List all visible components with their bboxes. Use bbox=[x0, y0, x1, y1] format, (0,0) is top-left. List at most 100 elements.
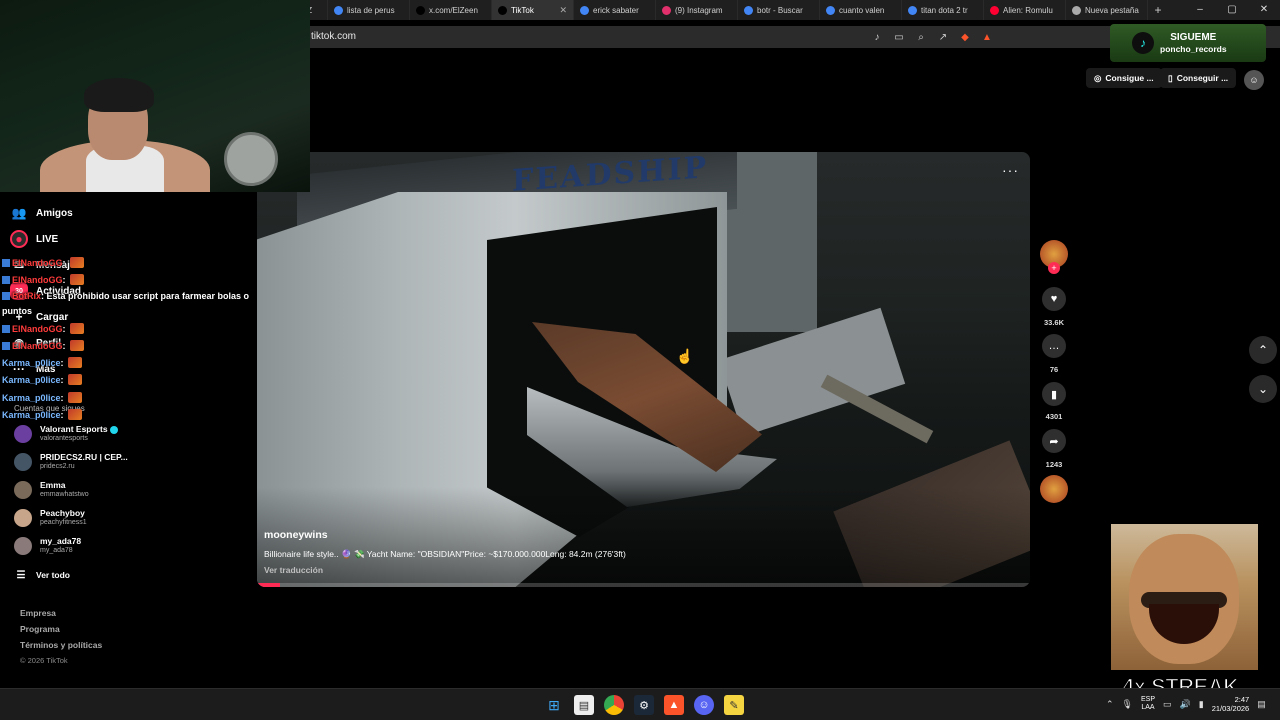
account-name-text: Emma bbox=[40, 480, 66, 490]
tab-favicon-icon bbox=[826, 5, 835, 15]
chat-message: Karma_p0lice : bbox=[2, 392, 82, 403]
comment-button[interactable]: … bbox=[1042, 334, 1066, 358]
discord-icon[interactable]: ☺ bbox=[694, 695, 714, 715]
file-icon[interactable]: ▤ bbox=[574, 695, 594, 715]
system-tray: ⌃ 🎙 ESP LAA ▭ 🔊 ▮ 2:47 21/03/2026 ▤ bbox=[1106, 695, 1266, 713]
account-text: my_ada78 my_ada78 bbox=[40, 536, 81, 555]
browser-tab[interactable]: botr - Buscar bbox=[738, 0, 820, 20]
nav-item-live[interactable]: ● LIVE bbox=[10, 230, 58, 248]
cast-icon[interactable]: ▭ bbox=[892, 30, 906, 44]
new-tab-button[interactable]: + bbox=[1148, 3, 1168, 17]
zoom-icon[interactable]: ⌕ bbox=[914, 30, 928, 44]
account-name-text: PRIDECS2.RU | CEP... bbox=[40, 452, 128, 462]
account-name: PRIDECS2.RU | CEP... bbox=[40, 452, 128, 462]
url-field[interactable]: tiktok.com bbox=[311, 31, 356, 42]
tray-chevron-icon[interactable]: ⌃ bbox=[1106, 699, 1114, 710]
more-options-button[interactable]: ··· bbox=[1002, 162, 1019, 178]
chrome-icon[interactable] bbox=[604, 695, 624, 715]
video-progress-bar[interactable] bbox=[257, 583, 1030, 587]
volume-icon[interactable]: 🔊 bbox=[1180, 699, 1191, 710]
browser-tab[interactable]: x.com/ElZeen bbox=[410, 0, 492, 20]
tab-label: cuanto valen bbox=[839, 5, 885, 15]
nav-item-friends[interactable]: 👥 Amigos bbox=[10, 204, 73, 222]
tab-label: botr - Buscar bbox=[757, 5, 803, 15]
webcam-overlay bbox=[0, 0, 310, 192]
maximize-button[interactable]: ▢ bbox=[1216, 0, 1248, 20]
tab-favicon-icon bbox=[1072, 5, 1081, 15]
video-author[interactable]: mooneywins bbox=[264, 529, 328, 541]
webcam-fan bbox=[224, 132, 278, 186]
microphone-icon[interactable]: 🎙 bbox=[1122, 699, 1133, 710]
following-account[interactable]: Peachyboy peachyfitness1 bbox=[14, 508, 87, 527]
chat-username: ElNandoGG bbox=[12, 323, 63, 334]
browser-tab[interactable]: (9) Instagram bbox=[656, 0, 738, 20]
promo-label-2: Conseguir ... bbox=[1176, 73, 1229, 83]
avatar bbox=[14, 508, 32, 527]
account-name-text: Valorant Esports bbox=[40, 424, 108, 434]
chat-message: puntos bbox=[2, 306, 32, 316]
browser-tab[interactable]: cuanto valen bbox=[820, 0, 902, 20]
tab-label: titan dota 2 tr bbox=[921, 5, 968, 15]
tab-favicon-icon bbox=[334, 5, 343, 15]
brave-rewards-icon[interactable]: ▲ bbox=[980, 30, 994, 44]
next-video-button[interactable]: ⌄ bbox=[1249, 375, 1277, 403]
footer-terms-link[interactable]: Términos y políticas bbox=[20, 640, 102, 650]
share-page-icon[interactable]: ↗ bbox=[936, 30, 950, 44]
phone-icon: ▯ bbox=[1168, 72, 1173, 83]
footer-company-link[interactable]: Empresa bbox=[20, 608, 56, 618]
friends-icon: 👥 bbox=[11, 206, 27, 220]
previous-video-button[interactable]: ⌃ bbox=[1249, 336, 1277, 364]
avatar bbox=[14, 452, 32, 471]
webcam-person-hair bbox=[84, 78, 154, 112]
notepad-icon[interactable]: ✎ bbox=[724, 695, 744, 715]
profile-avatar[interactable]: ☺ bbox=[1244, 70, 1264, 90]
follow-me-overlay: ♪ SIGUEME poncho_records bbox=[1110, 24, 1266, 62]
audio-icon[interactable]: ♪ bbox=[870, 30, 884, 44]
close-window-button[interactable]: ✕ bbox=[1248, 0, 1280, 20]
follow-button[interactable]: + bbox=[1048, 262, 1060, 274]
minimize-button[interactable]: – bbox=[1184, 0, 1216, 20]
browser-tab[interactable]: TikTok ✕ bbox=[492, 0, 574, 20]
close-tab-icon[interactable]: ✕ bbox=[559, 5, 567, 16]
windows-start-icon[interactable]: ⊞ bbox=[544, 695, 564, 715]
save-button[interactable]: ▮ bbox=[1042, 382, 1066, 406]
tab-label: (9) Instagram bbox=[675, 5, 723, 15]
following-account[interactable]: Emma emmawhatstwo bbox=[14, 480, 89, 499]
meme-overlay bbox=[1111, 524, 1258, 670]
platform-badge-icon bbox=[2, 275, 10, 284]
language-indicator[interactable]: ESP LAA bbox=[1141, 696, 1155, 712]
like-button[interactable]: ♥ bbox=[1042, 287, 1066, 311]
share-button[interactable]: ➦ bbox=[1042, 429, 1066, 453]
browser-tab[interactable]: erick sabater bbox=[574, 0, 656, 20]
battery-icon[interactable]: ▮ bbox=[1199, 699, 1204, 710]
chat-emote-icon bbox=[67, 374, 82, 385]
steam-icon[interactable]: ⚙ bbox=[634, 695, 654, 715]
see-all-link[interactable]: ☰ Ver todo bbox=[14, 566, 71, 584]
network-icon[interactable]: ▭ bbox=[1163, 699, 1172, 710]
see-translation-link[interactable]: Ver traducción bbox=[264, 565, 323, 575]
tab-label: Nueva pestaña bbox=[1085, 5, 1139, 15]
verified-badge-icon bbox=[109, 425, 118, 434]
following-account[interactable]: PRIDECS2.RU | CEP... pridecs2.ru bbox=[14, 452, 128, 471]
promo-button-1[interactable]: ◎ Consigue ... bbox=[1086, 68, 1162, 88]
video-player[interactable]: FEADSHIP ··· mooneywins Billionaire life… bbox=[257, 152, 1030, 587]
browser-tab[interactable]: Nueva pestaña bbox=[1066, 0, 1148, 20]
browser-tab[interactable]: lista de perus bbox=[328, 0, 410, 20]
account-name-text: Peachyboy bbox=[40, 508, 85, 518]
following-account[interactable]: my_ada78 my_ada78 bbox=[14, 536, 81, 555]
save-count: 4301 bbox=[1045, 412, 1063, 421]
following-account[interactable]: Valorant Esports valorantesports bbox=[14, 424, 118, 443]
brave-icon[interactable]: ▲ bbox=[664, 695, 684, 715]
browser-tab[interactable]: titan dota 2 tr bbox=[902, 0, 984, 20]
chat-username: BotRix bbox=[12, 291, 41, 301]
like-count: 33.6K bbox=[1043, 318, 1064, 327]
brave-shield-icon[interactable]: ◆ bbox=[958, 30, 972, 44]
platform-badge-icon bbox=[2, 292, 10, 300]
promo-button-2[interactable]: ▯ Conseguir ... bbox=[1160, 68, 1237, 88]
video-caption: Billionaire life style.. 🔮 💸 Yacht Name:… bbox=[264, 549, 626, 559]
browser-tab[interactable]: Alien: Romulu bbox=[984, 0, 1066, 20]
notifications-icon[interactable]: ▤ bbox=[1257, 699, 1266, 710]
music-disc[interactable] bbox=[1040, 475, 1068, 503]
footer-program-link[interactable]: Programa bbox=[20, 624, 60, 634]
system-clock[interactable]: 2:47 21/03/2026 bbox=[1212, 695, 1250, 713]
